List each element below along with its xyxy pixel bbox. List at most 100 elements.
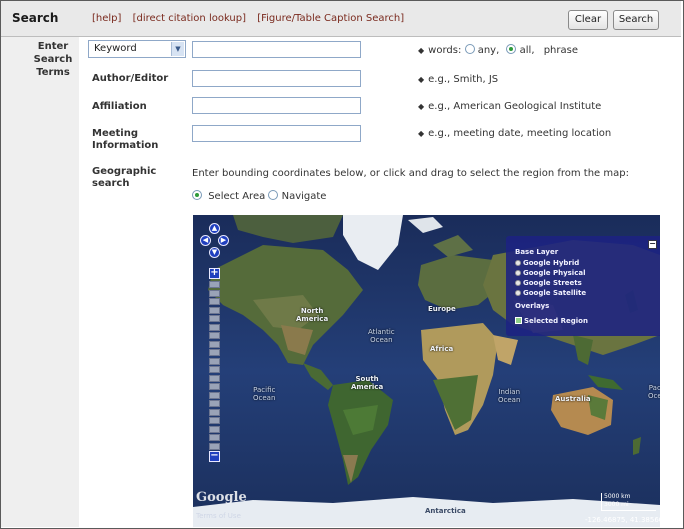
- match-options: ◆ words: any, all, phrase: [418, 44, 578, 56]
- overlays-header: Overlays: [515, 302, 550, 310]
- label-line: America: [296, 315, 329, 323]
- search-toolbar: Search [help] [direct citation lookup] […: [1, 1, 681, 37]
- map-label-indian-ocean: Indian Ocean: [498, 388, 520, 404]
- meeting-information-label: Meeting Information: [92, 128, 158, 152]
- minimize-icon[interactable]: −: [648, 240, 657, 249]
- layer-label: Google Hybrid: [523, 259, 580, 267]
- zoom-level-tick[interactable]: [209, 357, 220, 365]
- words-label: words:: [428, 45, 462, 56]
- navigate-label: Navigate: [281, 191, 327, 202]
- map-label-europe: Europe: [428, 305, 456, 313]
- radio-all[interactable]: [506, 44, 517, 54]
- zoom-level-tick[interactable]: [209, 323, 220, 331]
- zoom-level-tick[interactable]: [209, 332, 220, 339]
- field-type-value: Keyword: [94, 43, 137, 54]
- zoom-level-tick[interactable]: [209, 349, 220, 356]
- zoom-level-tick[interactable]: [209, 425, 220, 433]
- label-line: Ocea: [648, 392, 660, 400]
- meeting-hint: ◆ e.g., meeting date, meeting location: [418, 128, 611, 139]
- clear-button[interactable]: Clear: [568, 10, 608, 30]
- zoom-level-tick[interactable]: [209, 383, 220, 390]
- zoom-level-tick[interactable]: [209, 434, 220, 441]
- pan-right-icon[interactable]: ▶: [218, 235, 229, 246]
- map-label-africa: Africa: [430, 345, 454, 353]
- option-any-label: any,: [477, 45, 500, 56]
- label-line: Meeting: [92, 128, 139, 139]
- label-line: Terms: [36, 67, 70, 78]
- author-hint-text: e.g., Smith, JS: [428, 74, 499, 85]
- chevron-down-icon: ▼: [171, 42, 184, 56]
- layer-google-streets[interactable]: Google Streets: [515, 279, 582, 287]
- help-link[interactable]: [help]: [92, 13, 121, 24]
- overlay-label: Selected Region: [524, 317, 588, 325]
- author-input[interactable]: [192, 70, 361, 87]
- bullet-icon: ◆: [418, 129, 425, 138]
- zoom-slider[interactable]: [209, 281, 220, 461]
- zoom-level-tick[interactable]: [209, 391, 220, 399]
- bullet-icon: ◆: [418, 75, 425, 84]
- meeting-hint-text: e.g., meeting date, meeting location: [428, 128, 612, 139]
- direct-citation-lookup-link[interactable]: [direct citation lookup]: [133, 13, 246, 24]
- figure-table-caption-search-link[interactable]: [Figure/Table Caption Search]: [257, 13, 404, 24]
- zoom-level-tick[interactable]: [209, 366, 220, 373]
- zoom-level-tick[interactable]: [209, 298, 220, 305]
- zoom-in-icon[interactable]: +: [209, 268, 220, 279]
- label-line: search: [92, 178, 130, 189]
- page-title: Search: [12, 11, 59, 25]
- zoom-level-tick[interactable]: [209, 281, 220, 288]
- checkbox-icon: [515, 317, 522, 324]
- option-phrase-label[interactable]: phrase: [544, 45, 578, 56]
- toolbar-links: [help] [direct citation lookup] [Figure/…: [92, 13, 412, 24]
- label-line: Pacific: [253, 386, 276, 394]
- zoom-level-tick[interactable]: [209, 400, 220, 407]
- world-map[interactable]: North America Atlantic Ocean Europe Afri…: [193, 215, 660, 527]
- affiliation-input[interactable]: [192, 97, 361, 114]
- zoom-level-tick[interactable]: [209, 315, 220, 322]
- zoom-level-tick[interactable]: [209, 289, 220, 297]
- radio-select-area[interactable]: [192, 190, 202, 200]
- layer-google-satellite[interactable]: Google Satellite: [515, 289, 586, 297]
- pan-up-icon[interactable]: ▲: [209, 223, 220, 234]
- keyword-input[interactable]: [192, 41, 361, 58]
- zoom-level-tick[interactable]: [209, 417, 220, 424]
- map-label-pacific-ocean-right: Pacif Ocea: [648, 384, 660, 400]
- geo-instructions: Enter bounding coordinates below, or cli…: [192, 168, 629, 179]
- map-label-south-america: South America: [351, 375, 383, 391]
- radio-any[interactable]: [464, 44, 475, 54]
- zoom-level-tick[interactable]: [209, 340, 220, 348]
- radio-dot-icon: [515, 280, 521, 286]
- zoom-level-tick[interactable]: [209, 442, 220, 450]
- pan-left-icon[interactable]: ◀: [200, 235, 211, 246]
- zoom-level-tick[interactable]: [209, 306, 220, 314]
- pan-down-icon[interactable]: ▼: [209, 247, 220, 258]
- layer-google-hybrid[interactable]: Google Hybrid: [515, 259, 579, 267]
- map-label-atlantic-ocean: Atlantic Ocean: [368, 328, 395, 344]
- author-hint: ◆ e.g., Smith, JS: [418, 74, 498, 85]
- bullet-icon: ◆: [418, 102, 425, 111]
- geographic-search-label: Geographic search: [92, 166, 156, 190]
- field-type-select[interactable]: Keyword ▼: [88, 40, 186, 58]
- zoom-level-tick[interactable]: [209, 408, 220, 416]
- map-label-antarctica: Antarctica: [425, 507, 466, 515]
- meeting-input[interactable]: [192, 125, 361, 142]
- layer-label: Google Streets: [523, 279, 582, 287]
- layer-label: Google Satellite: [523, 289, 587, 297]
- left-column: [1, 37, 79, 527]
- terms-of-use-link[interactable]: Terms of Use: [196, 512, 241, 520]
- radio-navigate[interactable]: [268, 190, 279, 200]
- overlay-selected-region[interactable]: Selected Region: [515, 317, 588, 325]
- label-line: Ocean: [498, 396, 521, 404]
- label-line: Ocean: [253, 394, 276, 402]
- label-line: Search: [33, 54, 73, 65]
- layer-google-physical[interactable]: Google Physical: [515, 269, 585, 277]
- map-label-australia: Australia: [555, 395, 591, 403]
- layer-label: Google Physical: [523, 269, 586, 277]
- layer-switcher-panel: − Base Layer Google Hybrid Google Physic…: [506, 236, 660, 336]
- zoom-out-icon[interactable]: −: [209, 451, 220, 462]
- label-line: Information: [92, 140, 159, 151]
- radio-dot-icon: [515, 290, 521, 296]
- geo-mode-options: Select Area Navigate: [192, 190, 326, 202]
- bullet-icon: ◆: [418, 46, 425, 55]
- zoom-level-tick[interactable]: [209, 374, 220, 382]
- search-button[interactable]: Search: [613, 10, 659, 30]
